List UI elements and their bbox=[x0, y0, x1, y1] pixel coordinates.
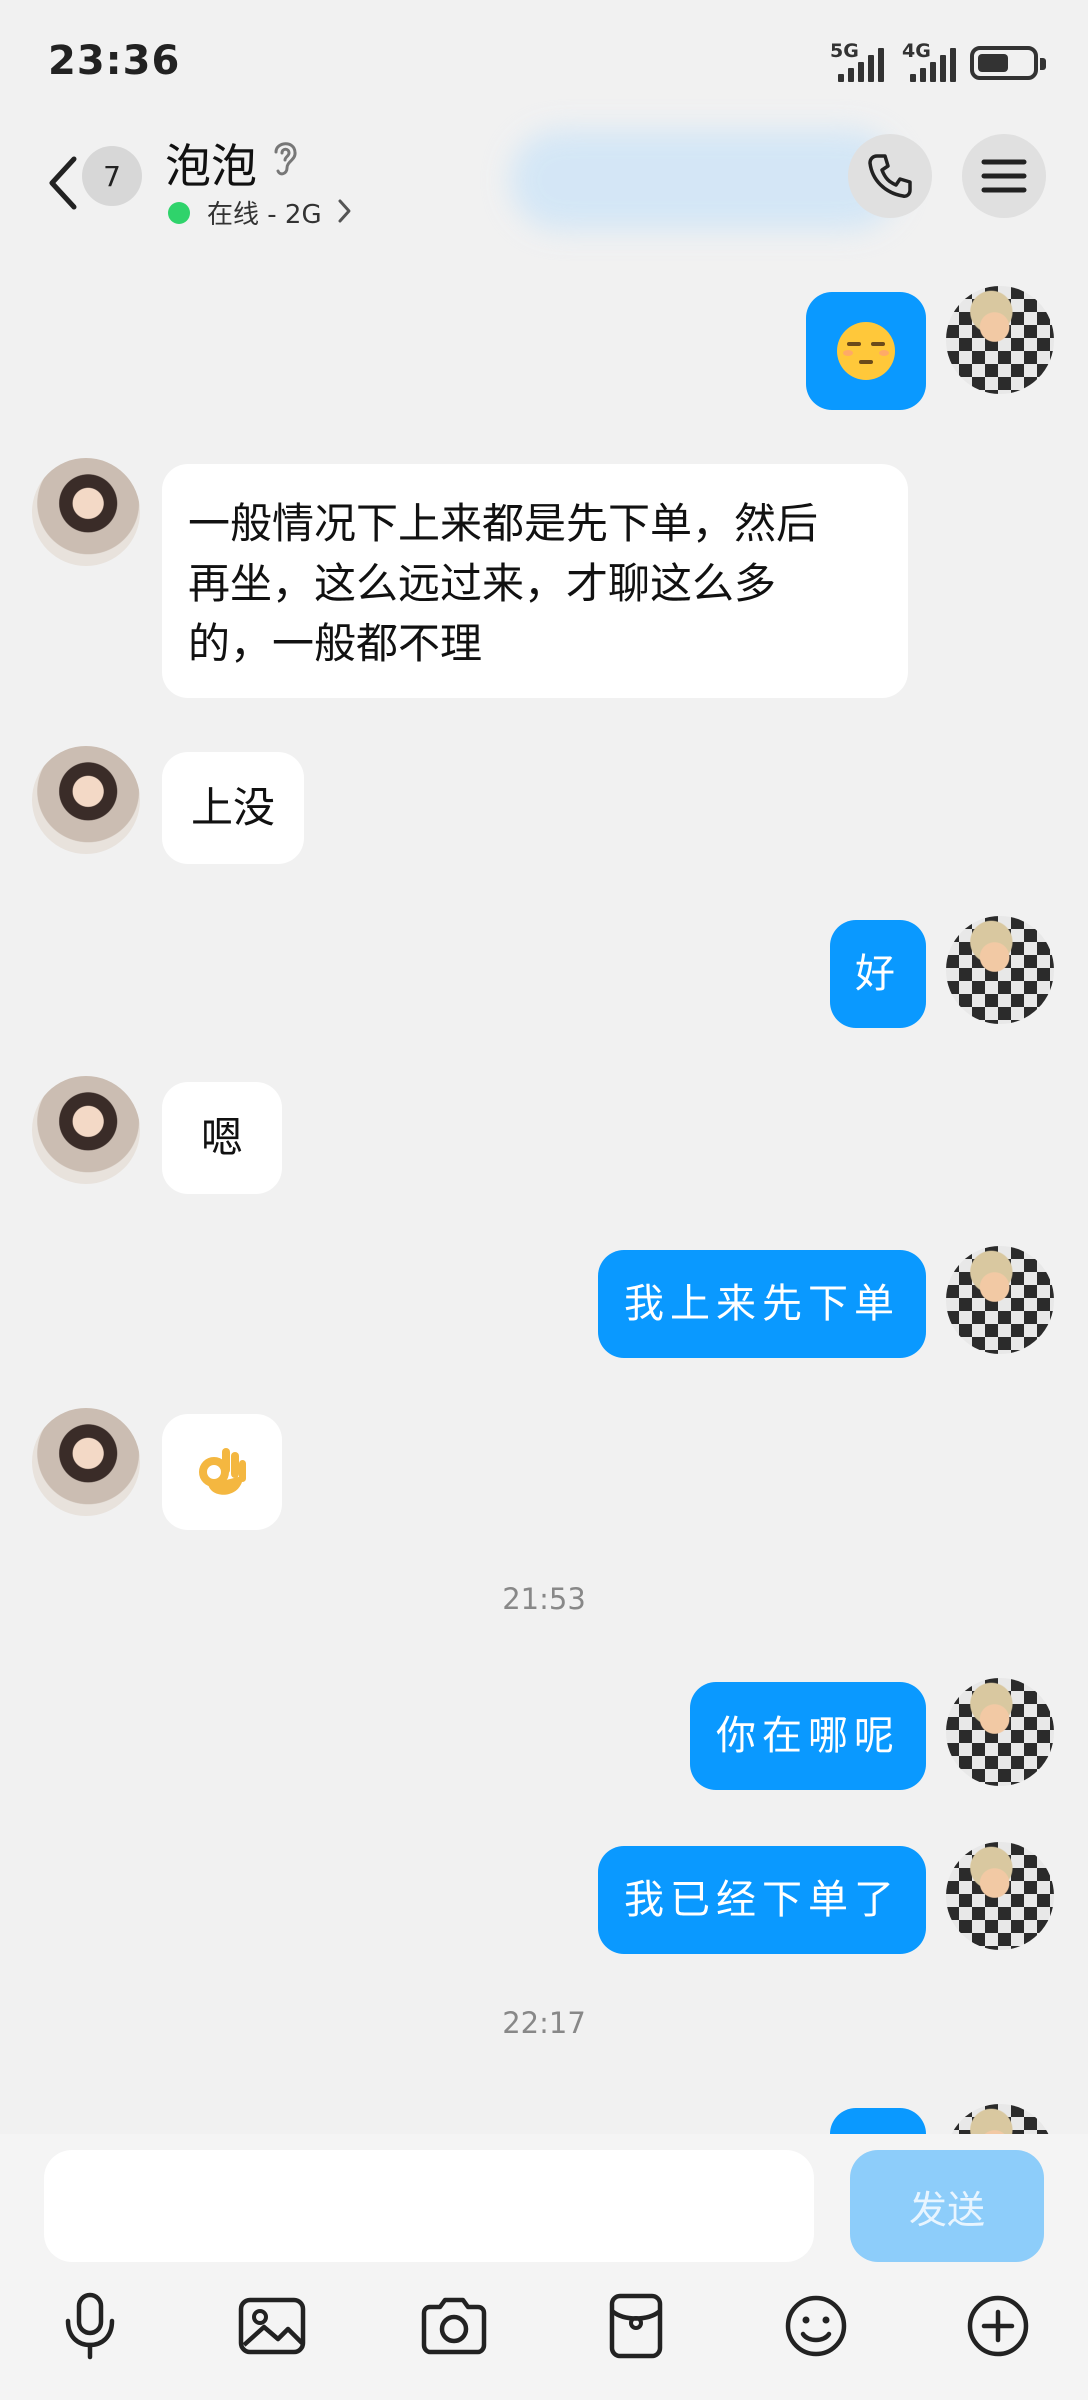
chat-header: 7 泡泡 在线 - 2G bbox=[0, 126, 1088, 244]
ok-hand-emoji bbox=[199, 1448, 246, 1495]
plus-icon bbox=[967, 2295, 1029, 2357]
message-input[interactable] bbox=[44, 2150, 814, 2262]
my-avatar[interactable] bbox=[946, 286, 1054, 394]
contact-name[interactable]: 泡泡 bbox=[165, 130, 257, 196]
send-button[interactable]: 发送 bbox=[850, 2150, 1044, 2262]
incoming-emoji-bubble[interactable] bbox=[162, 1414, 282, 1530]
image-icon bbox=[238, 2297, 306, 2355]
my-avatar[interactable] bbox=[946, 2104, 1054, 2134]
my-avatar[interactable] bbox=[946, 1842, 1054, 1950]
message-text: 我上来先下单 bbox=[624, 1281, 900, 1327]
microphone-icon bbox=[65, 2292, 115, 2360]
message-line: 一般情况下上来都是先下单，然后 bbox=[188, 499, 819, 548]
outgoing-message-bubble[interactable]: 好 bbox=[830, 920, 926, 1028]
contact-avatar[interactable] bbox=[32, 1076, 140, 1184]
red-packet-icon bbox=[609, 2293, 663, 2359]
signal-5g-icon: 5G bbox=[830, 40, 892, 82]
more-menu-button[interactable] bbox=[962, 134, 1046, 218]
red-packet-button[interactable] bbox=[598, 2288, 674, 2364]
chevron-right-icon[interactable] bbox=[336, 198, 352, 224]
outgoing-message-bubble[interactable]: 你在哪呢 bbox=[690, 1682, 926, 1790]
voice-input-button[interactable] bbox=[52, 2288, 128, 2364]
ear-icon[interactable] bbox=[270, 138, 300, 178]
battery-icon bbox=[970, 46, 1046, 80]
my-avatar[interactable] bbox=[946, 916, 1054, 1024]
contact-avatar[interactable] bbox=[32, 1408, 140, 1516]
message-timestamp: 22:17 bbox=[502, 2006, 586, 2040]
message-line: 再坐，这么远过来，才聊这么多 bbox=[188, 559, 777, 608]
message-text: 我已经下单了 bbox=[624, 1877, 900, 1923]
outgoing-message-bubble[interactable]: 我上来先下单 bbox=[598, 1250, 926, 1358]
smirk-face-emoji bbox=[837, 322, 895, 380]
emoji-icon bbox=[785, 2295, 847, 2357]
incoming-message-bubble[interactable]: 嗯 bbox=[162, 1082, 282, 1194]
back-button[interactable] bbox=[38, 148, 88, 218]
outgoing-message-bubble[interactable]: 我已经下单了 bbox=[598, 1846, 926, 1954]
contact-avatar[interactable] bbox=[32, 458, 140, 566]
phone-icon bbox=[868, 154, 912, 198]
header-blur-decoration bbox=[510, 130, 900, 230]
emoji-button[interactable] bbox=[778, 2288, 854, 2364]
camera-button[interactable] bbox=[416, 2288, 492, 2364]
input-bar: 发送 bbox=[0, 2134, 1088, 2400]
message-timestamp: 21:53 bbox=[502, 1582, 586, 1616]
status-bar: 23:36 5G 4G bbox=[0, 0, 1088, 126]
message-text: 好 bbox=[855, 951, 901, 997]
chevron-left-icon bbox=[49, 156, 77, 210]
menu-icon bbox=[981, 159, 1027, 193]
unread-count-badge[interactable]: 7 bbox=[82, 146, 142, 206]
outgoing-emoji-bubble[interactable] bbox=[806, 292, 926, 410]
camera-icon bbox=[421, 2297, 487, 2355]
chat-message-list[interactable]: 一般情况下上来都是先下单，然后 再坐，这么远过来，才聊这么多 的，一般都不理 上… bbox=[0, 244, 1088, 2134]
more-options-button[interactable] bbox=[960, 2288, 1036, 2364]
outgoing-message-bubble[interactable] bbox=[830, 2108, 926, 2134]
online-status-dot bbox=[168, 202, 190, 224]
incoming-message-bubble[interactable]: 上没 bbox=[162, 752, 304, 864]
incoming-message-bubble[interactable]: 一般情况下上来都是先下单，然后 再坐，这么远过来，才聊这么多 的，一般都不理 bbox=[162, 464, 908, 698]
message-text: 上没 bbox=[190, 783, 275, 832]
contact-avatar[interactable] bbox=[32, 746, 140, 854]
signal-4g-icon: 4G bbox=[902, 40, 964, 82]
status-time: 23:36 bbox=[48, 38, 181, 84]
message-line: 的，一般都不理 bbox=[188, 619, 483, 668]
message-text: 你在哪呢 bbox=[716, 1713, 900, 1759]
online-status-text[interactable]: 在线 - 2G bbox=[207, 194, 322, 231]
voice-call-button[interactable] bbox=[848, 134, 932, 218]
my-avatar[interactable] bbox=[946, 1246, 1054, 1354]
message-text: 嗯 bbox=[200, 1113, 243, 1162]
my-avatar[interactable] bbox=[946, 1678, 1054, 1786]
image-button[interactable] bbox=[234, 2288, 310, 2364]
